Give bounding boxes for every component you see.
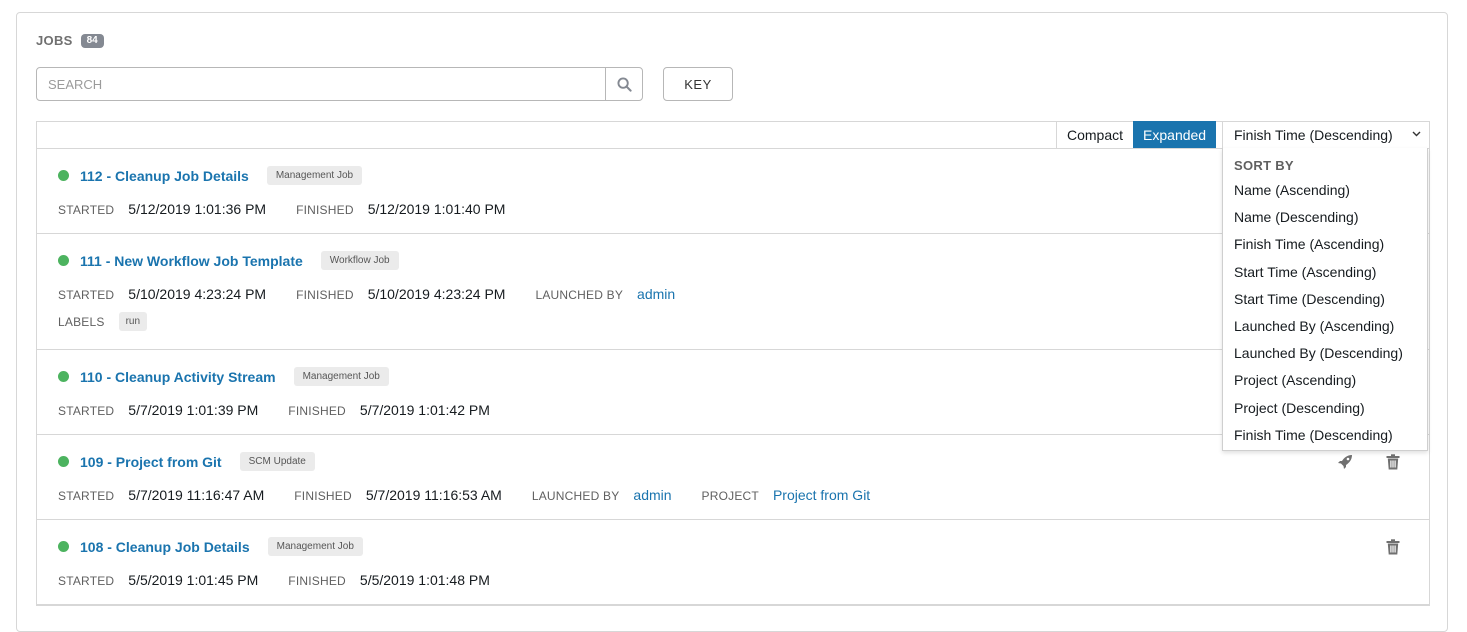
list-item: 110 - Cleanup Activity Stream Management… xyxy=(37,350,1429,435)
job-type-badge: Workflow Job xyxy=(320,251,399,270)
key-button[interactable]: KEY xyxy=(663,67,733,101)
finished-label: FINISHED xyxy=(296,203,354,217)
launched-by-link[interactable]: admin xyxy=(633,487,671,503)
finished-value: 5/5/2019 1:01:48 PM xyxy=(359,572,490,588)
sort-select[interactable]: Finish Time (Descending) xyxy=(1222,121,1431,148)
jobs-count-badge: 84 xyxy=(80,33,104,48)
job-type-badge: Management Job xyxy=(293,367,389,386)
sort-selected-value: Finish Time (Descending) xyxy=(1234,126,1393,143)
rocket-icon xyxy=(1338,455,1352,469)
label-tag: run xyxy=(118,312,148,331)
delete-button[interactable] xyxy=(1384,453,1402,471)
started-label: STARTED xyxy=(58,489,115,503)
delete-button[interactable] xyxy=(1384,538,1402,556)
job-name-link[interactable]: 112 - Cleanup Job Details xyxy=(80,168,249,184)
project-label: PROJECT xyxy=(701,489,759,503)
search-button[interactable] xyxy=(605,68,642,100)
expanded-view-button[interactable]: Expanded xyxy=(1133,121,1217,148)
sort-option-start-desc[interactable]: Start Time (Descending) xyxy=(1223,286,1427,313)
status-success-icon xyxy=(58,456,69,467)
finished-label: FINISHED xyxy=(294,489,352,503)
finished-label: FINISHED xyxy=(288,404,346,418)
job-name-link[interactable]: 108 - Cleanup Job Details xyxy=(80,539,250,555)
finished-value: 5/7/2019 11:16:53 AM xyxy=(365,487,502,503)
list-item: 112 - Cleanup Job Details Management Job… xyxy=(37,149,1429,234)
sort-dropdown-menu: SORT BY Name (Ascending) Name (Descendin… xyxy=(1222,148,1428,451)
sort-option-launched-desc[interactable]: Launched By (Descending) xyxy=(1223,340,1427,367)
list-toolbar: Compact Expanded Finish Time (Descending… xyxy=(36,121,1430,149)
started-value: 5/10/2019 4:23:24 PM xyxy=(128,286,267,302)
started-value: 5/7/2019 1:01:39 PM xyxy=(128,402,259,418)
status-success-icon xyxy=(58,371,69,382)
sort-option-launched-asc[interactable]: Launched By (Ascending) xyxy=(1223,313,1427,340)
started-value: 5/7/2019 11:16:47 AM xyxy=(128,487,265,503)
trash-icon xyxy=(1386,539,1400,555)
started-label: STARTED xyxy=(58,574,115,588)
page-title: JOBS xyxy=(36,33,73,48)
sort-option-name-desc[interactable]: Name (Descending) xyxy=(1223,204,1427,231)
search-icon xyxy=(616,76,632,92)
launched-by-label: LAUNCHED BY xyxy=(535,288,624,302)
view-toggle: Compact Expanded xyxy=(1056,121,1217,148)
project-link[interactable]: Project from Git xyxy=(773,487,870,503)
finished-label: FINISHED xyxy=(288,574,346,588)
jobs-list: 112 - Cleanup Job Details Management Job… xyxy=(36,148,1430,606)
job-type-badge: Management Job xyxy=(267,537,363,556)
launched-by-label: LAUNCHED BY xyxy=(531,489,620,503)
sort-option-start-asc[interactable]: Start Time (Ascending) xyxy=(1223,259,1427,286)
started-label: STARTED xyxy=(58,203,115,217)
sort-by-header: SORT BY xyxy=(1234,158,1294,173)
labels-label: LABELS xyxy=(58,314,105,329)
started-label: STARTED xyxy=(58,404,115,418)
search-input[interactable] xyxy=(37,68,605,100)
sort-option-finish-desc[interactable]: Finish Time (Descending) xyxy=(1223,422,1427,449)
chevron-down-icon xyxy=(1412,131,1421,137)
finished-value: 5/10/2019 4:23:24 PM xyxy=(367,286,506,302)
list-item: 109 - Project from Git SCM Update STARTE… xyxy=(37,435,1429,520)
status-success-icon xyxy=(58,541,69,552)
job-name-link[interactable]: 109 - Project from Git xyxy=(80,454,222,470)
started-label: STARTED xyxy=(58,288,115,302)
list-item: 111 - New Workflow Job Template Workflow… xyxy=(37,234,1429,350)
finished-value: 5/7/2019 1:01:42 PM xyxy=(359,402,490,418)
sort-option-finish-asc[interactable]: Finish Time (Ascending) xyxy=(1223,231,1427,258)
job-name-link[interactable]: 110 - Cleanup Activity Stream xyxy=(80,369,276,385)
job-type-badge: Management Job xyxy=(266,166,363,185)
started-value: 5/12/2019 1:01:36 PM xyxy=(128,201,267,217)
launched-by-link[interactable]: admin xyxy=(637,286,675,302)
job-name-link[interactable]: 111 - New Workflow Job Template xyxy=(80,253,303,269)
trash-icon xyxy=(1386,454,1400,470)
jobs-header: JOBS 84 xyxy=(36,33,104,48)
sort-option-name-asc[interactable]: Name (Ascending) xyxy=(1223,177,1427,204)
sort-option-project-asc[interactable]: Project (Ascending) xyxy=(1223,367,1427,394)
status-success-icon xyxy=(58,170,69,181)
finished-label: FINISHED xyxy=(296,288,354,302)
search-bar xyxy=(36,67,643,101)
relaunch-button[interactable] xyxy=(1336,453,1354,471)
sort-option-project-desc[interactable]: Project (Descending) xyxy=(1223,395,1427,422)
finished-value: 5/12/2019 1:01:40 PM xyxy=(367,201,506,217)
job-type-badge: SCM Update xyxy=(239,452,315,471)
status-success-icon xyxy=(58,255,69,266)
compact-view-button[interactable]: Compact xyxy=(1056,121,1133,148)
started-value: 5/5/2019 1:01:45 PM xyxy=(128,572,259,588)
list-item: 108 - Cleanup Job Details Management Job… xyxy=(37,520,1429,605)
